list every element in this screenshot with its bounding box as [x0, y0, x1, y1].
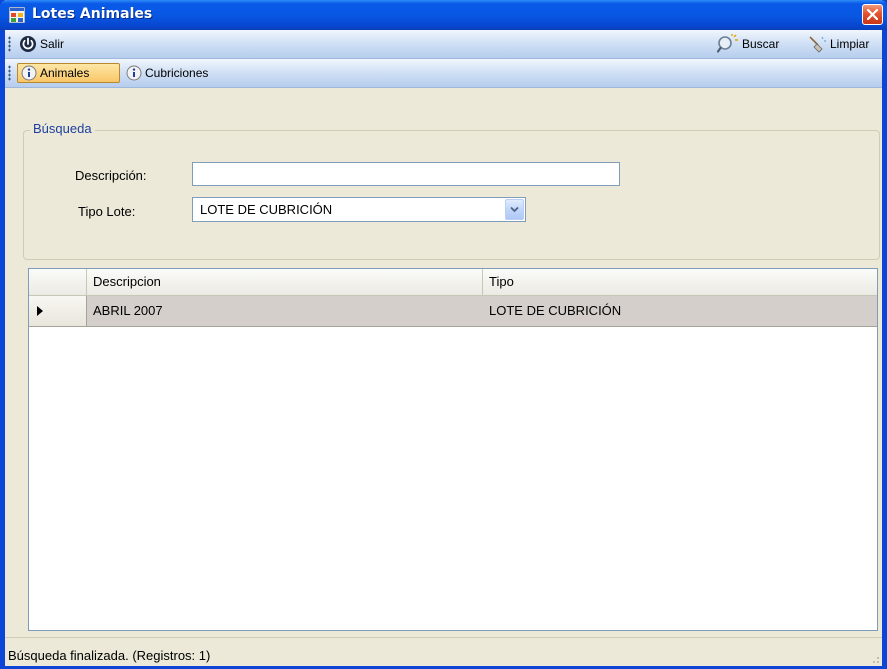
- limpiar-button[interactable]: Limpiar: [807, 34, 869, 54]
- tipo-lote-label: Tipo Lote:: [78, 204, 136, 219]
- tab-animales[interactable]: Animales: [17, 63, 120, 83]
- limpiar-label: Limpiar: [830, 37, 870, 51]
- window-title: Lotes Animales: [32, 6, 153, 22]
- buscar-button[interactable]: Buscar: [717, 34, 779, 54]
- search-group-label: Búsqueda: [30, 121, 95, 136]
- table-row[interactable]: ABRIL 2007 LOTE DE CUBRICIÓN: [29, 296, 877, 327]
- resize-grip-icon[interactable]: [868, 652, 880, 664]
- chevron-down-icon: [510, 206, 519, 213]
- window-app-icon: [9, 7, 25, 23]
- close-icon: [867, 9, 878, 20]
- salir-button[interactable]: Salir: [19, 34, 64, 54]
- column-header-descripcion[interactable]: Descripcion: [87, 269, 483, 295]
- cell-tipo[interactable]: LOTE DE CUBRICIÓN: [483, 296, 877, 326]
- lotes-animales-window: Lotes Animales Salir Buscar Limpiar Anim…: [0, 0, 887, 669]
- power-icon: [20, 36, 36, 52]
- broom-icon: [809, 36, 826, 53]
- tipo-lote-value: LOTE DE CUBRICIÓN: [200, 202, 333, 217]
- cell-descripcion[interactable]: ABRIL 2007: [87, 296, 483, 326]
- tipo-lote-select[interactable]: LOTE DE CUBRICIÓN: [192, 197, 526, 222]
- title-bar[interactable]: Lotes Animales: [0, 0, 887, 30]
- toolbar-grip[interactable]: [8, 65, 11, 81]
- grid-corner-header[interactable]: [29, 269, 87, 295]
- close-button[interactable]: [862, 4, 883, 25]
- descripcion-label: Descripción:: [75, 168, 147, 183]
- tab-cubriciones[interactable]: Cubriciones: [126, 63, 208, 83]
- search-groupbox: [23, 130, 880, 260]
- results-grid[interactable]: Descripcion Tipo ABRIL 2007 LOTE DE CUBR…: [28, 268, 878, 631]
- main-toolbar: Salir Buscar Limpiar: [5, 30, 882, 59]
- descripcion-input[interactable]: [192, 162, 620, 186]
- tipo-lote-dropdown-button[interactable]: [505, 199, 524, 220]
- tabs-toolbar: Animales Cubriciones: [5, 59, 882, 88]
- grid-header: Descripcion Tipo: [29, 269, 877, 296]
- column-header-tipo[interactable]: Tipo: [483, 269, 877, 295]
- buscar-label: Buscar: [742, 37, 780, 51]
- status-bar: Búsqueda finalizada. (Registros: 1): [5, 637, 882, 666]
- salir-label: Salir: [40, 37, 65, 51]
- tab-animales-label: Animales: [40, 66, 90, 80]
- tab-cubriciones-label: Cubriciones: [145, 66, 209, 80]
- info-icon: [126, 65, 142, 81]
- row-pointer-icon: [37, 306, 43, 316]
- row-header[interactable]: [29, 296, 87, 326]
- search-icon: [717, 34, 738, 53]
- toolbar-grip[interactable]: [8, 36, 11, 52]
- info-icon: [21, 65, 37, 81]
- status-text: Búsqueda finalizada. (Registros: 1): [8, 648, 211, 663]
